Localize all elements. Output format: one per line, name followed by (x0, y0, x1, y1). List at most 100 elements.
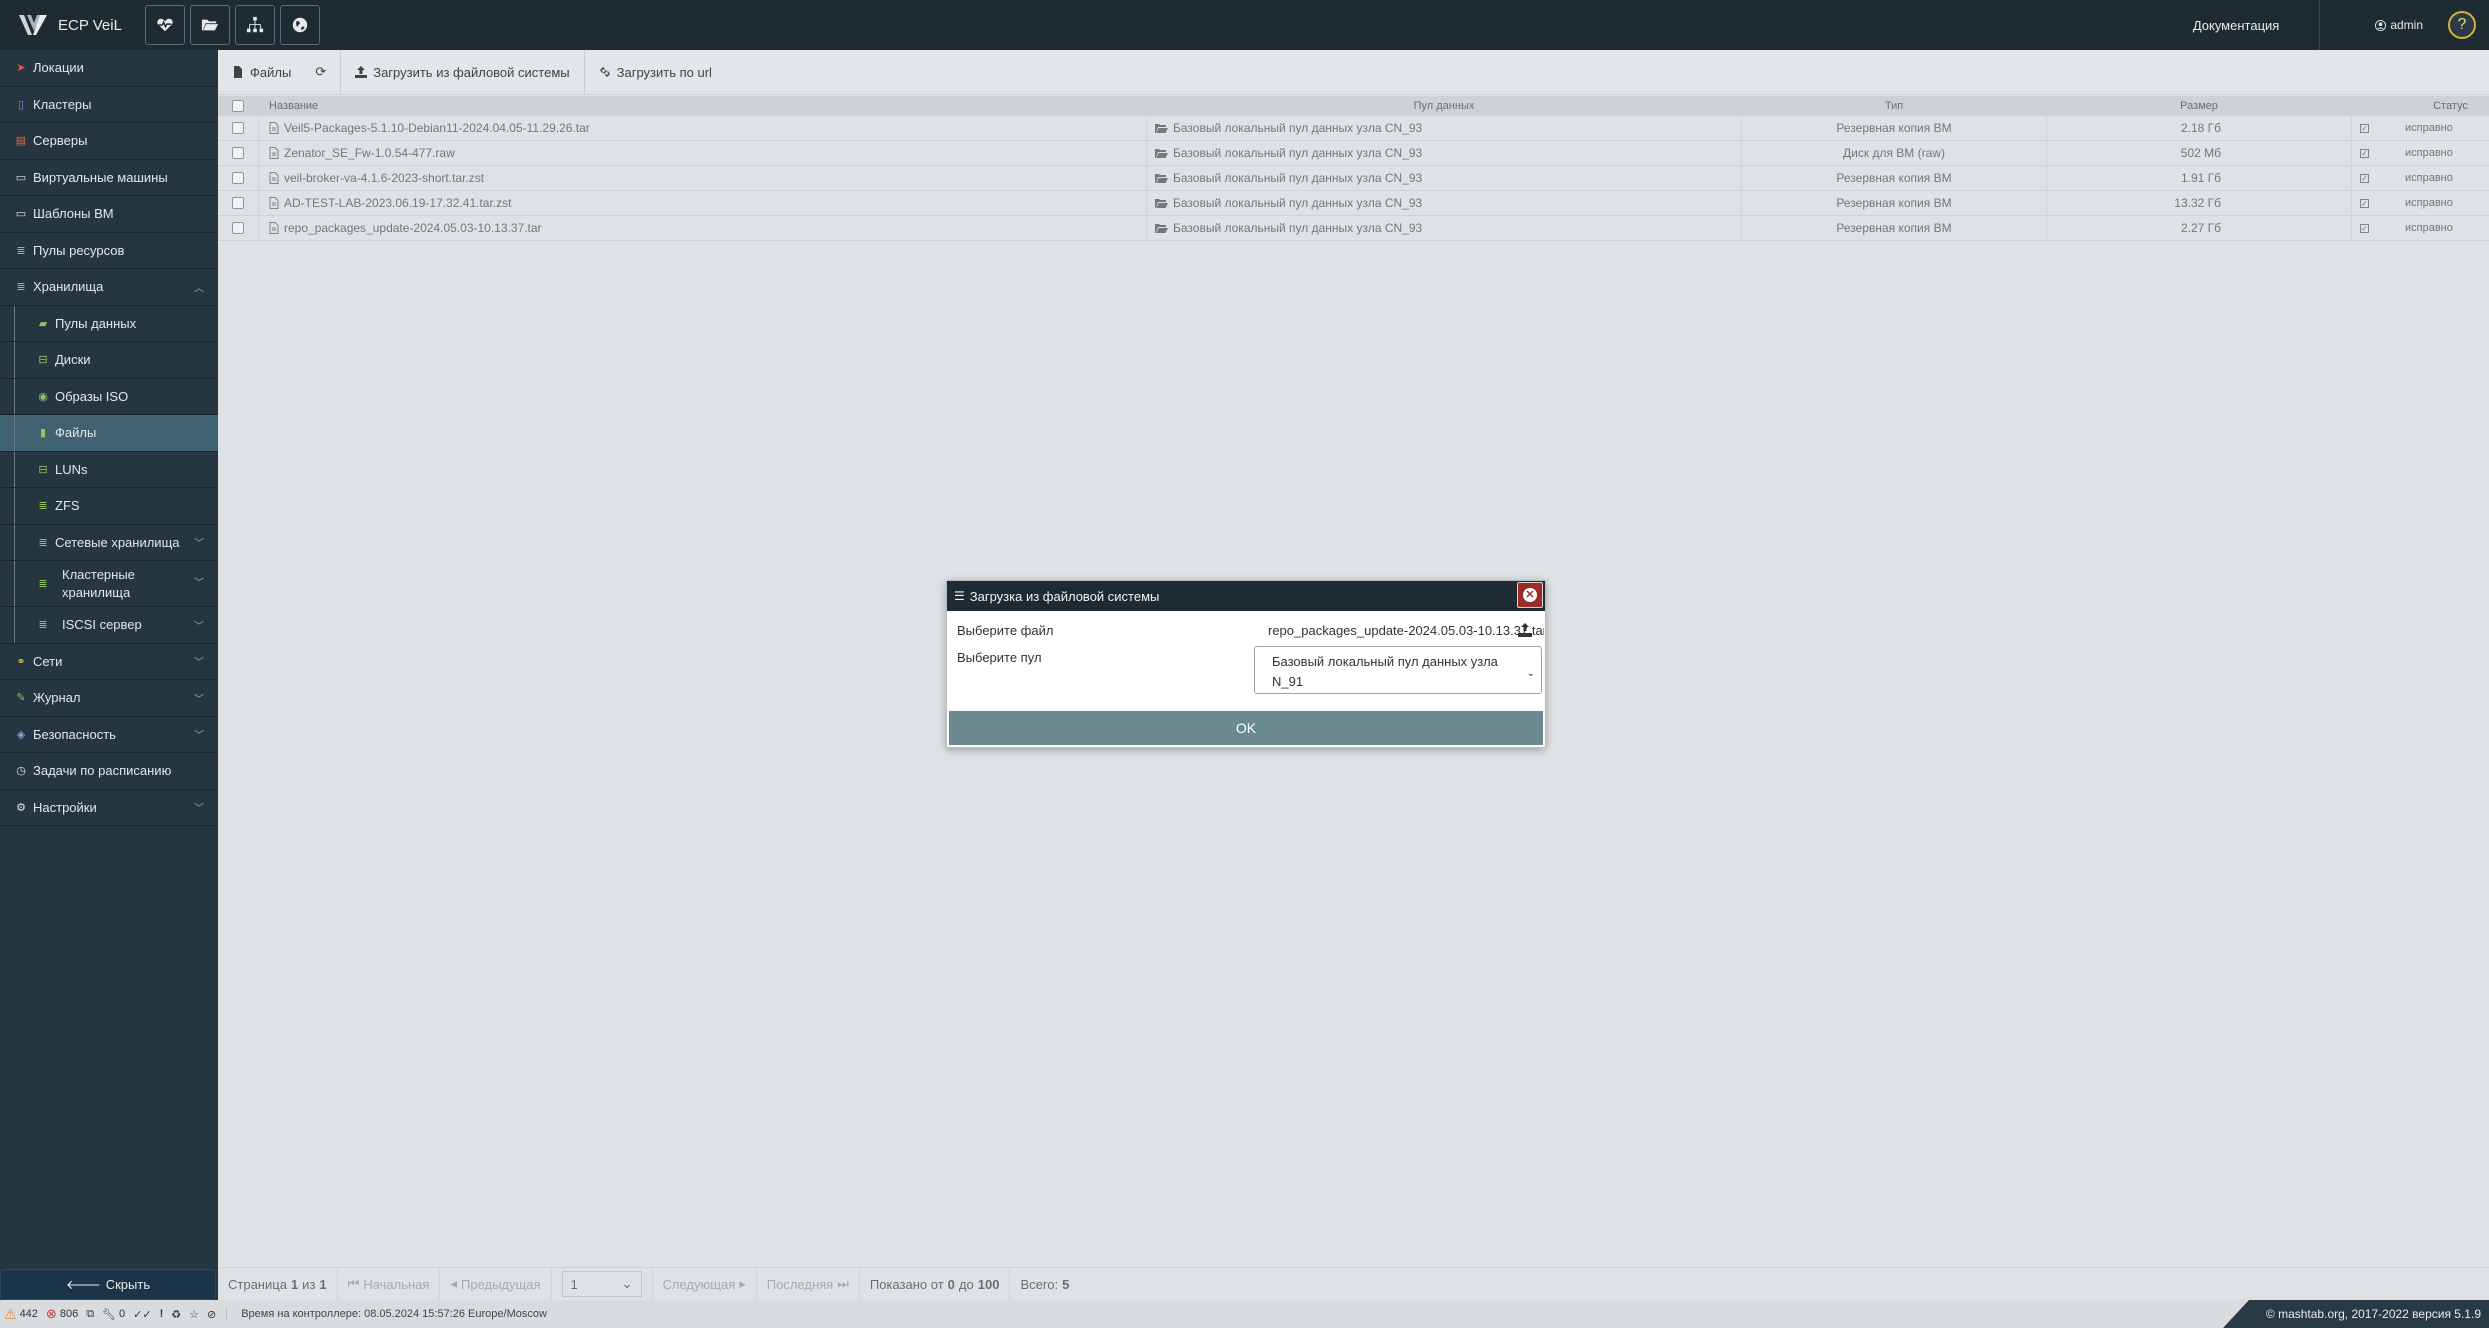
help-button[interactable]: ? (2448, 11, 2476, 39)
hide-sidebar-button[interactable]: 🡐 Скрыть (0, 1269, 216, 1300)
file-input[interactable]: repo_packages_update-2024.05.03-10.13.37… (1254, 618, 1544, 642)
ok-button[interactable]: OK (949, 711, 1543, 745)
database-icon: ≣ (16, 281, 26, 294)
sidebar-item-label: Кластеры (33, 96, 92, 112)
tasks-count: 0 (119, 1308, 126, 1320)
user-menu[interactable]: admin (2375, 18, 2423, 32)
sidebar-item-label: Кластерные хранилища (62, 566, 135, 600)
server-icon: ▤ (15, 135, 27, 148)
sidebar-item-label: Шаблоны ВМ (33, 206, 114, 222)
chevron-down-icon: ﹀ (194, 577, 204, 589)
sidebar-item-settings[interactable]: ⚙ Настройки ﹀ (0, 790, 218, 826)
recycle-button[interactable]: ♻ (167, 1300, 185, 1328)
sidebar-item-luns[interactable]: ⊟ LUNs (0, 451, 218, 488)
upload-by-url-button[interactable]: Загрузить по url (585, 50, 726, 95)
sidebar-item-network-storages[interactable]: ≣ Сетевые хранилища ﹀ (0, 524, 218, 561)
pool-select-value: Базовый локальный пул данных узла N_91 (1272, 654, 1498, 689)
pool-select[interactable]: Базовый локальный пул данных узла N_91 ⌄ (1254, 646, 1542, 694)
pool-field-label: Выберите пул (957, 650, 1042, 665)
copy-button[interactable]: ⧉ (82, 1300, 98, 1328)
upload-icon (355, 66, 368, 78)
sidebar-item-clusters[interactable]: ▯ Кластеры (0, 87, 218, 123)
sidebar-item-iso-images[interactable]: ◉ Образы ISO (0, 378, 218, 415)
sidebar-item-zfs[interactable]: ≣ ZFS (0, 488, 218, 525)
network-storage-icon: ≣ (38, 536, 48, 549)
storage-button[interactable] (190, 5, 230, 45)
warning-triangle-icon: ⚠ (4, 1305, 17, 1322)
sidebar-item-label: Безопасность (33, 726, 116, 742)
app-logo[interactable]: ECP VeiL (0, 0, 140, 50)
file-icon (234, 66, 242, 78)
network-icon: ⚭ (16, 655, 26, 668)
alert-button[interactable]: ! (156, 1300, 168, 1328)
iscsi-icon: ≣ (38, 619, 48, 632)
sidebar-item-locations[interactable]: ➤ Локации (0, 50, 218, 87)
star-icon: ☆ (189, 1308, 199, 1321)
sidebar-item-vm-templates[interactable]: ▭ Шаблоны ВМ (0, 196, 218, 233)
sidebar-item-cluster-storages[interactable]: ≣ Кластерные хранилища ﹀ (0, 561, 218, 607)
sidebar-item-label: Пулы данных (55, 315, 137, 331)
close-button[interactable]: ✕ (1517, 582, 1543, 608)
sidebar-item-label: Сети (33, 653, 63, 669)
dialog-title: Загрузка из файловой системы (969, 588, 1160, 604)
disc-icon: ◉ (38, 390, 48, 403)
sidebar-item-label: Серверы (33, 133, 88, 149)
files-tab-label: Файлы (250, 64, 292, 80)
sidebar-item-vms[interactable]: ▭ Виртуальные машины (0, 160, 218, 196)
sidebar-item-servers[interactable]: ▤ Серверы (0, 123, 218, 160)
sidebar-item-iscsi-server[interactable]: ≣ ISCSI сервер ﹀ (0, 607, 218, 644)
copy-icon: ⧉ (86, 1307, 95, 1320)
sidebar-item-security[interactable]: ◈ Безопасность ﹀ (0, 717, 218, 753)
zfs-icon: ≣ (38, 500, 48, 513)
sidebar-item-scheduled-tasks[interactable]: ◷ Задачи по расписанию (0, 753, 218, 790)
cluster-storage-icon: ≣ (38, 577, 48, 590)
heartbeat-button[interactable] (145, 5, 185, 45)
documentation-link[interactable]: Документация (2193, 0, 2321, 50)
sidebar-item-data-pools[interactable]: ▰ Пулы данных (0, 305, 218, 342)
copyright: © mashtab.org, 2017-2022 версия 5.1.9 (2223, 1300, 2489, 1328)
sidebar-item-label: Пулы ресурсов (33, 242, 125, 258)
sidebar-item-resource-pools[interactable]: ≣ Пулы ресурсов (0, 233, 218, 269)
globe-icon (292, 17, 308, 33)
check-all-button[interactable]: ✓✓ (129, 1300, 155, 1328)
help-icon: ? (2457, 16, 2467, 33)
link-icon (599, 67, 610, 77)
sidebar-item-label: Виртуальные машины (33, 169, 168, 185)
refresh-icon[interactable]: ⟳ (315, 64, 326, 80)
chevron-down-icon: ﹀ (194, 730, 204, 742)
toolbar: Файлы ⟳ Загрузить из файловой системы За… (218, 49, 2489, 95)
exclamation-icon: ! (159, 1308, 164, 1320)
wrench-icon: 🔧︎ (102, 1308, 117, 1321)
warnings-counter[interactable]: ⚠ 442 (0, 1300, 42, 1328)
sidebar-item-label: Настройки (33, 799, 97, 815)
sidebar-item-files[interactable]: ▮ Файлы (0, 415, 218, 452)
sidebar-item-networks[interactable]: ⚭ Сети ﹀ (0, 644, 218, 680)
sidebar-item-label: Сетевые хранилища (55, 534, 180, 550)
upload-from-filesystem-button[interactable]: Загрузить из файловой системы (341, 49, 585, 95)
sidebar: ➤ Локации ▯ Кластеры ▤ Серверы ▭ Виртуальные… (0, 50, 218, 1300)
favorites-button[interactable]: ☆ (185, 1300, 203, 1328)
errors-counter[interactable]: ⊗ 806 (42, 1300, 82, 1328)
controller-time: Время на контроллере: 08.05.2024 15:57:2… (226, 1308, 547, 1320)
sidebar-item-label: Образы ISO (55, 388, 129, 404)
sliders-icon: ☰ (954, 589, 965, 603)
globe-button[interactable] (280, 5, 320, 45)
sidebar-item-storages[interactable]: ≣ Хранилища ︿ (0, 269, 218, 306)
files-tab[interactable]: Файлы ⟳ (218, 49, 342, 95)
folder-open-icon (201, 19, 219, 31)
sidebar-item-label: Хранилища (33, 279, 104, 295)
block-button[interactable]: ⊘ (203, 1300, 220, 1328)
network-button[interactable] (235, 5, 275, 45)
file-input-value: repo_packages_update-2024.05.03-10.13.37… (1268, 622, 1544, 638)
sidebar-item-label: LUNs (55, 461, 88, 477)
user-name: admin (2390, 18, 2423, 32)
sidebar-item-journal[interactable]: ✎ Журнал ﹀ (0, 680, 218, 717)
double-check-icon: ✓✓ (133, 1308, 152, 1321)
sidebar-item-label: Журнал (33, 690, 81, 706)
chevron-down-icon: ⌄ (1526, 668, 1535, 679)
sidebar-item-disks[interactable]: ⊟ Диски (0, 342, 218, 379)
tasks-counter[interactable]: 🔧︎ 0 (98, 1300, 129, 1328)
status-bar: ⚠ 442 ⊗ 806 ⧉ 🔧︎ 0 ✓✓ ! ♻ ☆ ⊘ Время на конт… (0, 1300, 2489, 1328)
desktop-icon: ▭ (15, 171, 27, 184)
ban-icon: ⊘ (207, 1308, 217, 1321)
